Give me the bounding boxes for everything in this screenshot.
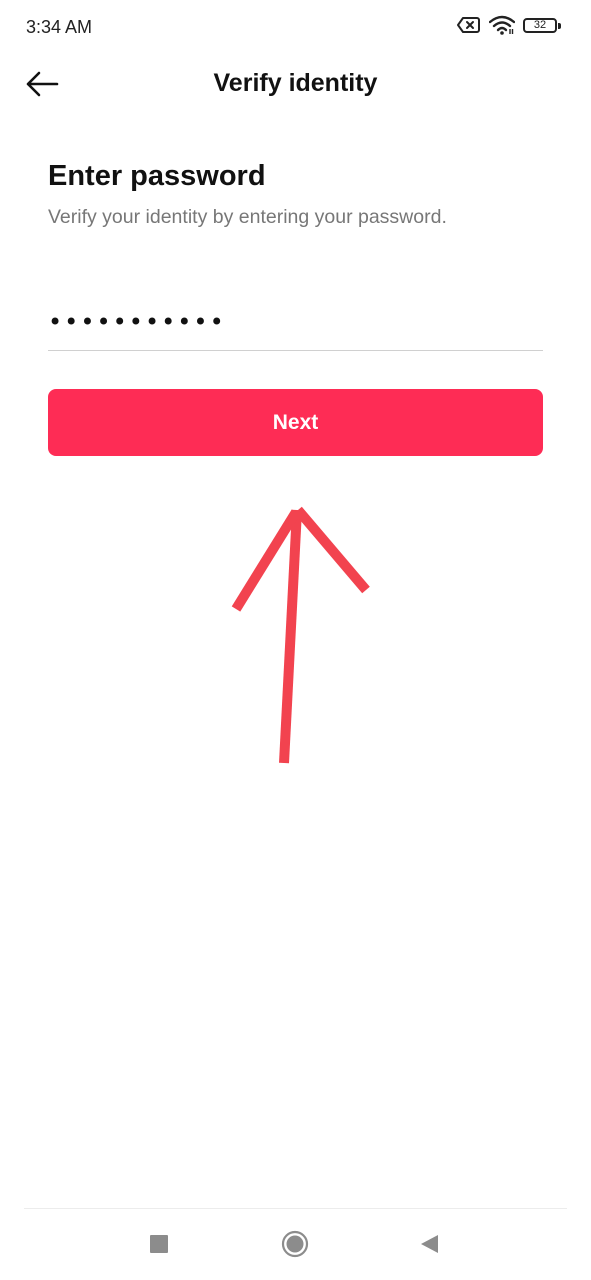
home-circle-icon — [281, 1230, 309, 1258]
form-subheading: Verify your identity by entering your pa… — [48, 206, 447, 228]
divider — [24, 1208, 567, 1209]
header: Verify identity — [0, 56, 591, 112]
status-bar: 3:34 AM 32 — [0, 0, 591, 56]
home-button[interactable] — [275, 1228, 315, 1260]
sim-off-icon — [457, 17, 480, 33]
system-back-button[interactable] — [409, 1228, 449, 1260]
next-button[interactable]: Next — [48, 389, 543, 456]
recents-button[interactable] — [139, 1228, 179, 1260]
battery-icon: 32 — [523, 16, 561, 34]
wifi-icon — [489, 15, 515, 35]
recents-square-icon — [150, 1235, 168, 1253]
password-field[interactable] — [48, 290, 543, 351]
status-time: 3:34 AM — [26, 17, 93, 37]
battery-level: 32 — [533, 19, 547, 31]
system-nav-bar — [0, 1208, 591, 1280]
back-triangle-icon — [421, 1235, 438, 1253]
status-icons: 32 — [457, 15, 561, 35]
page-title: Verify identity — [213, 69, 378, 97]
form-heading: Enter password — [48, 160, 266, 192]
